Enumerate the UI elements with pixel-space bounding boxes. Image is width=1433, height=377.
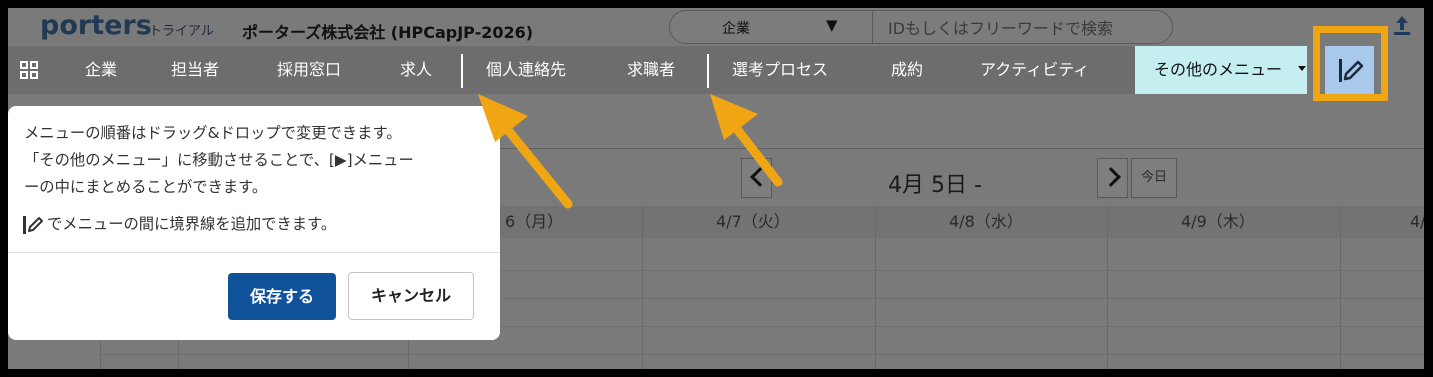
nav-separator [707, 54, 709, 88]
global-search: 企業 ▼ [669, 10, 1173, 44]
menu-edit-popup: メニューの順番はドラッグ&ドロップで変更できます。 「その他のメニュー」に移動さ… [8, 106, 500, 340]
company-name: ポーターズ株式会社 (HPCapJP-2026) [242, 23, 534, 42]
next-week-button[interactable] [1097, 158, 1128, 198]
day-header: 4/ [1410, 212, 1424, 231]
search-scope-value: 企業 [722, 21, 750, 37]
calendar-grid-line [642, 206, 643, 369]
day-header: 4/8（水） [949, 212, 1023, 231]
popup-note: でメニューの間に境界線を追加できます。 [22, 212, 336, 236]
porters-logo[interactable]: porters [40, 10, 152, 41]
today-button[interactable]: 今日 [1131, 158, 1177, 198]
nav-item-contacts[interactable]: 担当者 [171, 46, 219, 94]
caret-down-icon [1298, 66, 1306, 71]
nav-item-personal-contacts[interactable]: 個人連絡先 [486, 46, 566, 94]
app-window: porters トライアル ポーターズ株式会社 (HPCapJP-2026) 企… [8, 8, 1424, 369]
nav-item-selection-process[interactable]: 選考プロセス [732, 46, 828, 94]
date-range: 4月 5日 - [888, 173, 982, 198]
popup-instructions: メニューの順番はドラッグ&ドロップで変更できます。 「その他のメニュー」に移動さ… [24, 120, 494, 201]
nav-item-companies[interactable]: 企業 [85, 46, 117, 94]
nav-item-recruiting-contacts[interactable]: 採用窓口 [277, 46, 341, 94]
calendar-grid-line [98, 354, 1424, 355]
more-menu-label: その他のメニュー [1154, 60, 1283, 79]
nav-item-candidates[interactable]: 求職者 [627, 46, 675, 94]
popup-line: メニューの順番はドラッグ&ドロップで変更できます。 [24, 124, 402, 142]
search-input[interactable] [873, 11, 1172, 43]
save-button[interactable]: 保存する [228, 273, 336, 320]
annotation-arrow-icon [478, 94, 573, 209]
calendar-grid-line [875, 206, 876, 369]
popup-line: 「その他のメニュー」に移動させることで、[▶]メニュー [24, 151, 414, 169]
edit-button-highlight [1313, 26, 1388, 101]
top-header: porters トライアル ポーターズ株式会社 (HPCapJP-2026) 企… [8, 8, 1424, 46]
day-header: 4/9（木） [1181, 212, 1255, 231]
more-menu-button[interactable]: その他のメニュー [1135, 46, 1307, 94]
annotation-arrow-icon [710, 94, 783, 187]
pencil-divider-icon [23, 215, 43, 234]
popup-divider [8, 252, 500, 253]
plan-label: トライアル [149, 24, 214, 39]
caret-down-icon: ▼ [826, 16, 838, 34]
main-nav: 企業 担当者 採用窓口 求人 個人連絡先 求職者 選考プロセス 成約 アクティビ… [8, 46, 1307, 94]
upload-icon[interactable] [1392, 14, 1412, 36]
popup-line: ーの中にまとめることができます。 [24, 178, 268, 196]
calendar-grid-line [1340, 206, 1341, 369]
popup-note-text: でメニューの間に境界線を追加できます。 [47, 215, 337, 233]
cancel-button[interactable]: キャンセル [348, 272, 474, 320]
search-scope-select[interactable]: 企業 ▼ [670, 11, 873, 43]
calendar-grid-line [1107, 206, 1108, 369]
chevron-right-icon [1101, 167, 1121, 187]
grid-menu-icon[interactable] [20, 61, 38, 79]
nav-item-placements[interactable]: 成約 [891, 46, 923, 94]
nav-separator [461, 54, 463, 88]
nav-item-jobs[interactable]: 求人 [400, 46, 432, 94]
nav-item-activities[interactable]: アクティビティ [980, 46, 1089, 94]
day-header: 4/7（火） [716, 212, 790, 231]
